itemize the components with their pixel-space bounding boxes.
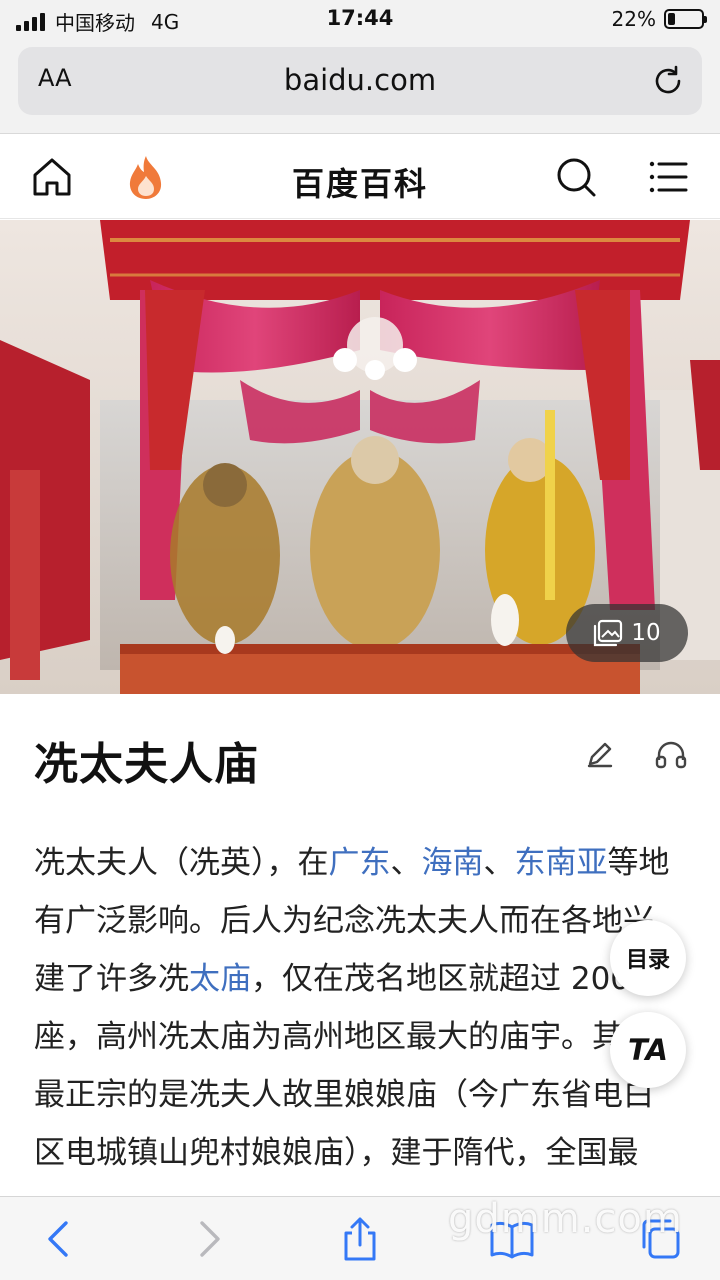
headphones-icon[interactable] bbox=[654, 738, 688, 770]
reload-icon[interactable] bbox=[650, 63, 686, 99]
back-icon[interactable] bbox=[36, 1215, 84, 1263]
toc-label: 目录 bbox=[625, 948, 670, 973]
body-text: 、 bbox=[390, 845, 422, 881]
gallery-count: 10 bbox=[631, 620, 661, 646]
toc-button[interactable]: 目录 bbox=[610, 920, 686, 996]
browser-address-area: AA baidu.com bbox=[0, 40, 720, 134]
gallery-badge[interactable]: 10 bbox=[566, 604, 688, 662]
url-text[interactable]: baidu.com bbox=[18, 63, 702, 97]
link-guangdong[interactable]: 广东 bbox=[329, 845, 391, 881]
link-hainan[interactable]: 海南 bbox=[422, 845, 484, 881]
hero-image[interactable]: 10 bbox=[0, 220, 720, 694]
article-title: 冼太夫人庙 bbox=[34, 739, 259, 790]
ta-button[interactable]: TA bbox=[610, 1012, 686, 1088]
share-icon[interactable] bbox=[336, 1215, 384, 1263]
battery-fill bbox=[668, 13, 676, 25]
article-body: 冼太夫人（冼英），在广东、海南、东南亚等地有广泛影响。后人为纪念冼太夫人而在各地… bbox=[34, 834, 674, 1194]
watermark: gdmm.com bbox=[448, 1196, 683, 1242]
status-right: 22% bbox=[611, 7, 707, 31]
ta-label: TA bbox=[628, 1033, 668, 1067]
body-text: 、 bbox=[483, 845, 515, 881]
battery-percent: 22% bbox=[611, 7, 656, 31]
gallery-icon bbox=[594, 619, 623, 647]
address-bar[interactable]: AA baidu.com bbox=[18, 47, 702, 115]
baike-title[interactable]: 百度百科 bbox=[0, 159, 720, 205]
edit-icon[interactable] bbox=[584, 738, 616, 770]
status-bar: 中国移动 4G 17:44 22% bbox=[0, 0, 720, 40]
battery-icon bbox=[664, 9, 707, 29]
baike-nav-bar: 百度百科 bbox=[0, 135, 720, 219]
link-temple[interactable]: 太庙 bbox=[189, 961, 251, 997]
link-southeast-asia[interactable]: 东南亚 bbox=[515, 845, 608, 881]
body-text: 冼太夫人（冼英），在 bbox=[34, 845, 329, 881]
menu-icon[interactable] bbox=[646, 155, 690, 199]
forward-icon[interactable] bbox=[184, 1215, 232, 1263]
search-icon[interactable] bbox=[554, 155, 598, 199]
